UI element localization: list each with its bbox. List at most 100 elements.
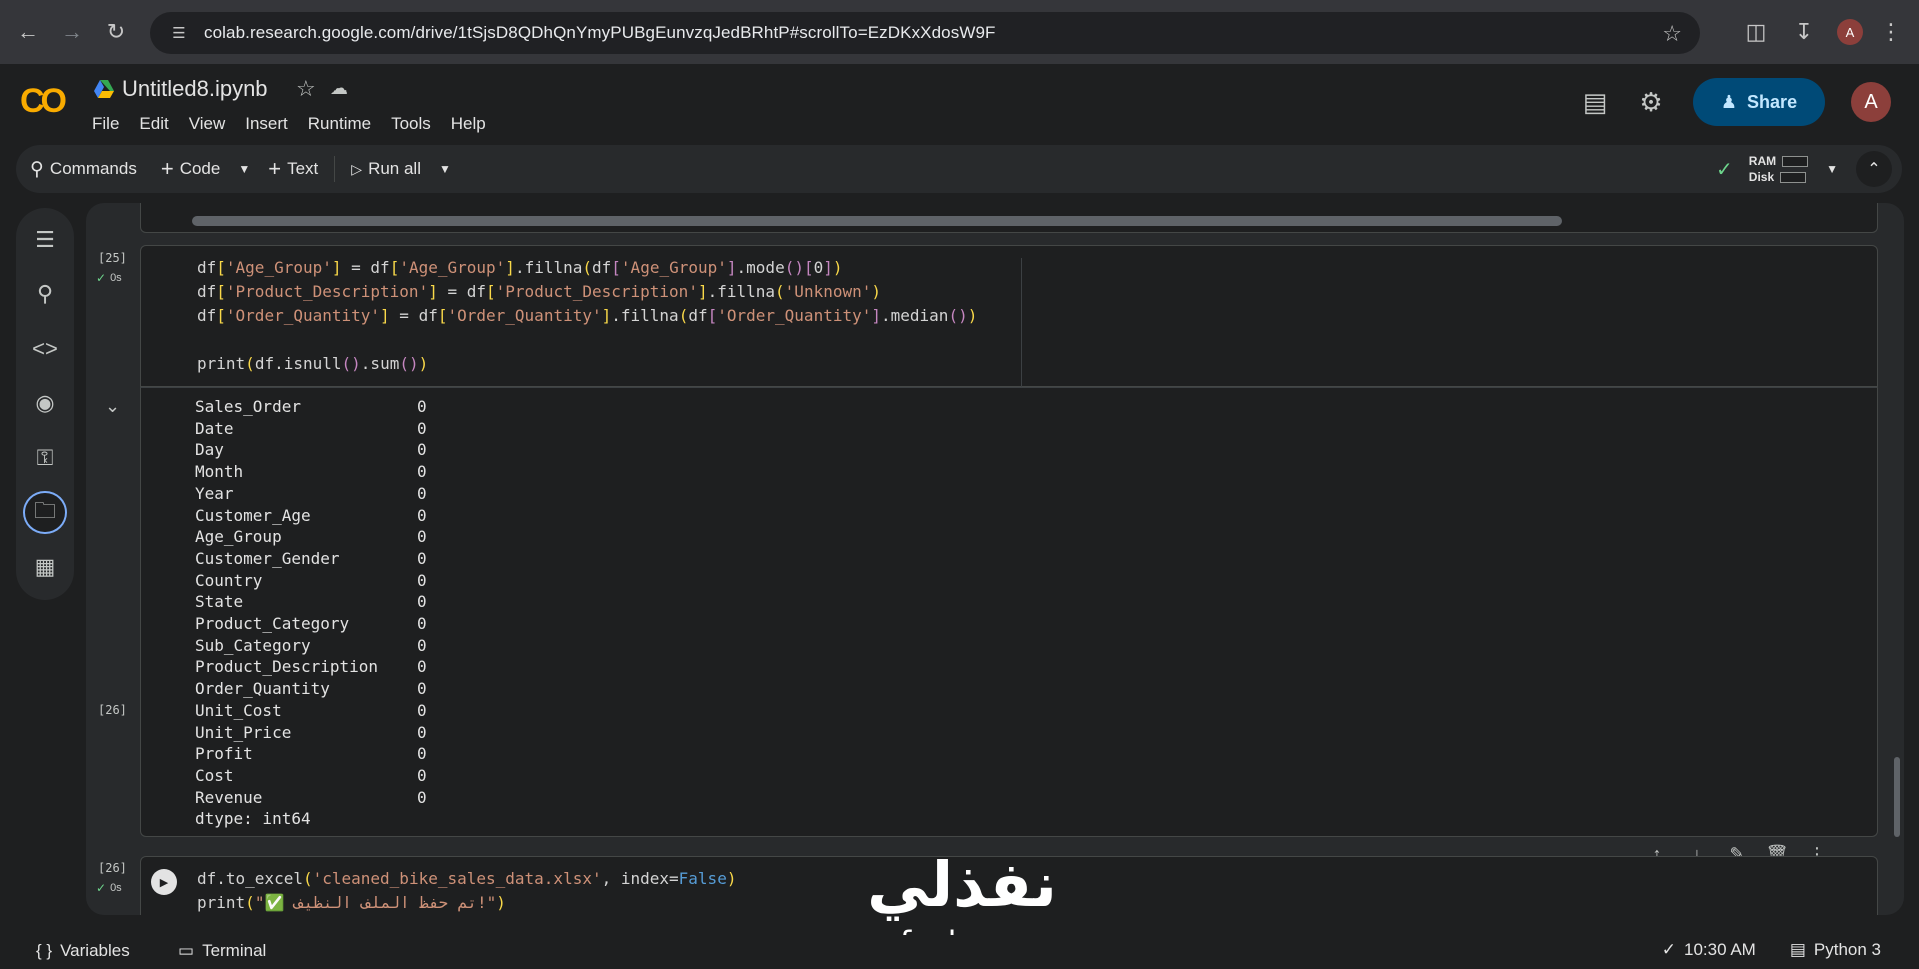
run-all-label: Run all [368, 159, 421, 178]
reload-icon[interactable]: ↻ [94, 10, 138, 54]
address-bar[interactable]: ☰ colab.research.google.com/drive/1tSjsD… [150, 12, 1700, 54]
output-row: Date 0 [195, 418, 427, 440]
execution-count: [26] [98, 703, 127, 717]
column-name: Sales_Order [195, 397, 301, 416]
variables-label: Variables [60, 941, 130, 960]
column-name: Year [195, 483, 234, 503]
code-editor-text[interactable]: df.to_excel('cleaned_bike_sales_data.xls… [197, 867, 736, 915]
comments-icon[interactable]: ▤ [1567, 78, 1623, 126]
column-name: Date [195, 418, 234, 438]
code-line: df.to_excel('cleaned_bike_sales_data.xls… [197, 869, 737, 888]
menu-edit[interactable]: Edit [139, 114, 168, 134]
forward-arrow-icon[interactable]: → [50, 10, 94, 54]
menu-tools[interactable]: Tools [391, 114, 431, 134]
url-text: colab.research.google.com/drive/1tSjsD8Q… [204, 23, 996, 42]
terminal-icon: ▭ [178, 941, 195, 960]
resource-monitor[interactable]: RAM Disk [1749, 153, 1809, 185]
notebook-toolbar: ⚲ Commands + Code ▼ + Text ▷ Run all ▼ ✓… [16, 145, 1902, 193]
connected-check-icon: ✓ [1716, 158, 1733, 181]
plus-icon: + [160, 156, 174, 181]
commands-button[interactable]: ⚲ Commands [16, 149, 149, 189]
menu-file[interactable]: File [92, 114, 119, 134]
column-name: Product_Category [195, 614, 350, 634]
null-count: 0 [417, 722, 427, 742]
horizontal-scrollbar[interactable] [192, 216, 1562, 226]
extensions-icon[interactable]: ◫ [1741, 10, 1771, 54]
menu-bar: File Edit View Insert Runtime Tools Help [92, 114, 506, 134]
cloud-icon[interactable]: ☁ [330, 78, 348, 99]
output-row: Sales_Order 0 [195, 396, 427, 418]
code-snippets-icon[interactable]: <> [23, 327, 67, 371]
null-count: 0 [417, 527, 427, 547]
output-row: Order_Quantity 0 [195, 678, 427, 700]
plus-icon: + [268, 156, 282, 181]
kernel-name: Python 3 [1813, 940, 1881, 959]
browser-menu-icon[interactable]: ⋮ [1880, 10, 1902, 54]
variables-button[interactable]: { } Variables [36, 941, 130, 961]
output-row: Unit_Cost 0 [195, 700, 427, 722]
chevron-down-icon[interactable]: ▼ [1826, 162, 1838, 176]
status-bar: { } Variables ▭ Terminal ✓ 10:30 AM ▤ Py… [0, 935, 1919, 969]
chevron-up-icon[interactable]: ⌃ [1856, 151, 1892, 187]
star-icon[interactable]: ☆ [296, 76, 316, 102]
vertical-scrollbar[interactable] [1894, 757, 1900, 837]
braces-icon: { } [36, 941, 53, 960]
null-count: 0 [417, 765, 427, 785]
menu-runtime[interactable]: Runtime [308, 114, 371, 134]
site-settings-icon[interactable]: ☰ [166, 20, 192, 46]
table-of-contents-icon[interactable]: ☰ [23, 218, 67, 262]
menu-insert[interactable]: Insert [245, 114, 288, 134]
browser-actions: ◫ ↧ A ⋮ [1741, 10, 1919, 54]
find-icon[interactable]: ⚲ [23, 273, 67, 317]
download-icon[interactable]: ↧ [1789, 10, 1819, 54]
status-right: ✓ 10:30 AM ▤ Python 3 [1662, 940, 1881, 960]
notebook-area: [25] ✓ 0s df['Age_Group'] = df['Age_Grou… [86, 203, 1904, 915]
run-all-dropdown-button[interactable]: ▼ [433, 149, 457, 189]
disk-bar [1780, 171, 1807, 183]
chevron-down-icon: ▼ [438, 162, 451, 176]
notebook-title[interactable]: Untitled8.ipynb [122, 76, 268, 102]
user-avatar[interactable]: A [1851, 82, 1891, 122]
null-count: 0 [417, 787, 427, 807]
run-all-button[interactable]: ▷ Run all [339, 149, 433, 189]
table-grid-icon[interactable]: ▦ [23, 545, 67, 589]
kernel-status[interactable]: ▤ Python 3 [1790, 940, 1881, 960]
output-row: Country 0 [195, 570, 427, 592]
add-code-button[interactable]: + Code [149, 149, 233, 189]
column-name: Cost [195, 765, 234, 785]
success-check-icon: ✓ [96, 271, 107, 285]
last-run-time: 10:30 AM [1684, 940, 1756, 959]
output-row: State 0 [195, 591, 427, 613]
terminal-button[interactable]: ▭ Terminal [178, 941, 266, 961]
people-icon: ♟ [1720, 91, 1738, 112]
duration: 0s [110, 272, 122, 284]
code-cell-editor[interactable]: df['Age_Group'] = df['Age_Group'].fillna… [140, 245, 1878, 388]
output-row: Customer_Gender 0 [195, 548, 427, 570]
output-row: Age_Group 0 [195, 526, 427, 548]
share-button[interactable]: ♟ Share [1693, 78, 1825, 126]
bookmark-star-icon[interactable]: ☆ [1662, 21, 1682, 47]
profile-avatar[interactable]: A [1837, 19, 1863, 45]
output-row: Cost 0 [195, 765, 427, 787]
last-run-status[interactable]: ✓ 10:30 AM [1662, 940, 1756, 960]
null-count: 0 [417, 679, 427, 699]
search-icon: ⚲ [30, 158, 44, 180]
column-name: Order_Quantity [195, 679, 330, 699]
folder-icon[interactable]: 🗀 [23, 490, 67, 535]
collapse-output-chevron-icon[interactable]: ⌄ [105, 396, 120, 417]
gear-icon[interactable]: ⚙ [1623, 78, 1679, 126]
key-icon[interactable]: ⚿ [23, 436, 67, 480]
back-arrow-icon[interactable]: ← [6, 10, 50, 54]
success-check-icon: ✓ [96, 881, 107, 895]
runtime-status: ✓ RAM Disk ▼ ⌃ [1716, 149, 1892, 189]
menu-view[interactable]: View [189, 114, 226, 134]
run-cell-play-icon[interactable]: ▶ [151, 869, 177, 895]
menu-help[interactable]: Help [451, 114, 486, 134]
add-text-button[interactable]: + Text [256, 149, 330, 189]
code-dropdown-button[interactable]: ▼ [232, 149, 256, 189]
colab-logo[interactable]: CO [20, 82, 67, 121]
code-editor-text[interactable]: df['Age_Group'] = df['Age_Group'].fillna… [197, 256, 977, 376]
dtype-line: dtype: int64 [195, 809, 311, 829]
eye-icon[interactable]: ◉ [23, 382, 67, 426]
play-icon: ▷ [351, 160, 363, 177]
